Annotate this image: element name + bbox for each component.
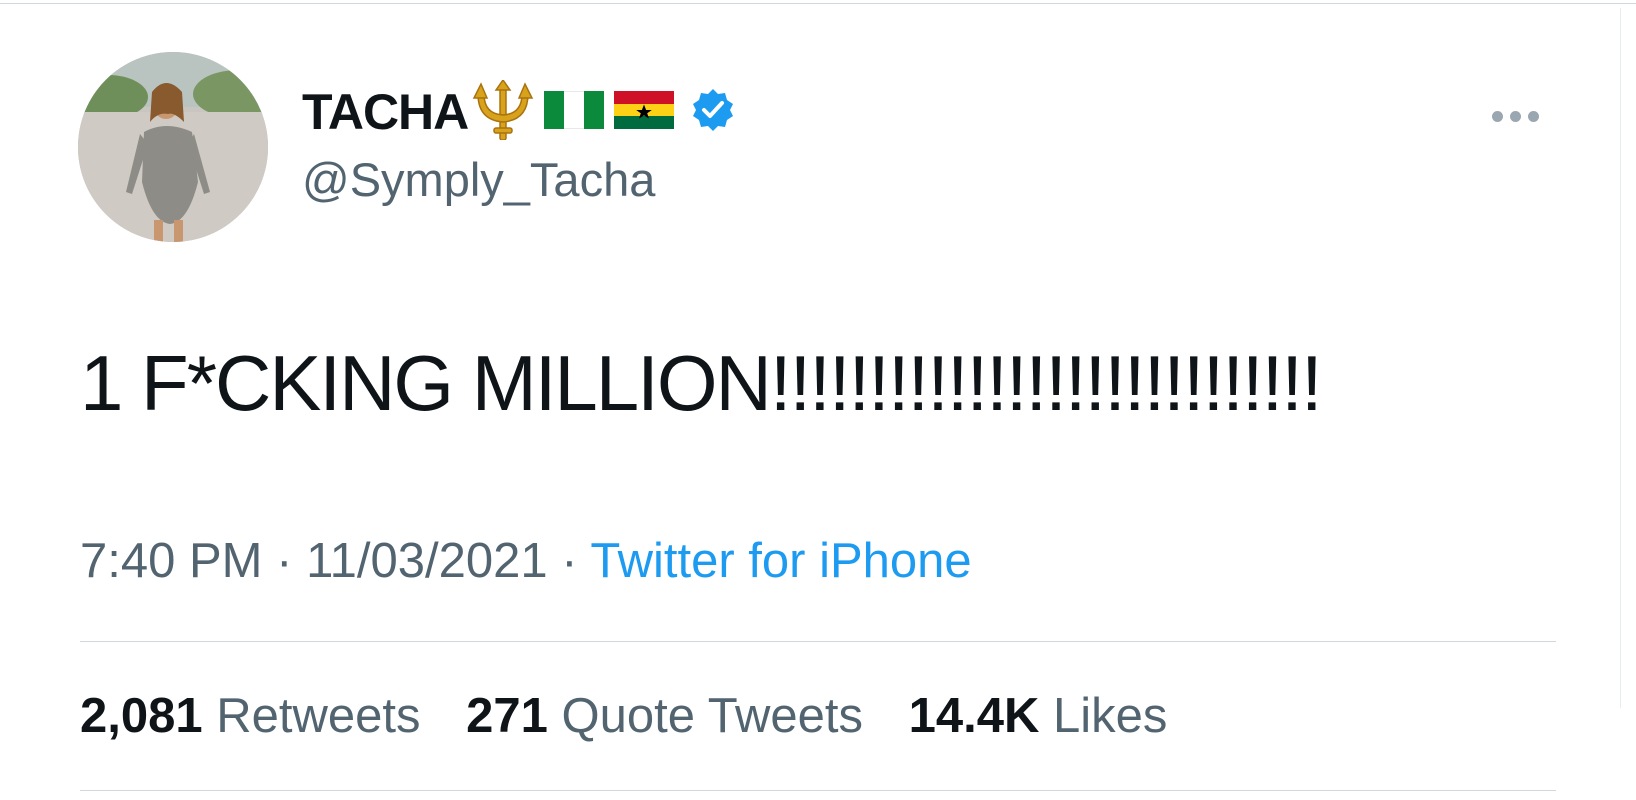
tweet-source-link[interactable]: Twitter for iPhone bbox=[590, 534, 971, 588]
divider bbox=[80, 641, 1556, 642]
meta-separator: · bbox=[561, 534, 578, 588]
tweet-time[interactable]: 7:40 PM bbox=[80, 534, 262, 588]
tweet-text: 1 F*CKING MILLION!!!!!!!!!!!!!!!!!!!!!!!… bbox=[80, 339, 1323, 427]
ghana-flag-icon bbox=[614, 90, 675, 134]
quote-tweets-stat[interactable]: 271 Quote Tweets bbox=[466, 689, 876, 743]
dot bbox=[1528, 110, 1539, 122]
author-handle[interactable]: @Symply_Tacha bbox=[302, 152, 655, 207]
retweets-count: 2,081 bbox=[80, 689, 203, 743]
meta-separator: · bbox=[276, 534, 293, 588]
quote-tweets-count: 271 bbox=[466, 689, 548, 743]
likes-count: 14.4K bbox=[908, 689, 1040, 743]
top-border bbox=[0, 3, 1636, 4]
quote-tweets-label: Quote Tweets bbox=[561, 689, 863, 743]
nigeria-flag-icon bbox=[543, 90, 605, 134]
tweet-meta: 7:40 PM · 11/03/2021 · Twitter for iPhon… bbox=[80, 533, 972, 589]
trident-emoji-icon bbox=[472, 78, 534, 145]
likes-stat[interactable]: 14.4K Likes bbox=[909, 689, 1168, 743]
tweet-stats: 2,081 Retweets 271 Quote Tweets 14.4K Li… bbox=[80, 688, 1199, 744]
divider bbox=[80, 790, 1556, 791]
avatar[interactable] bbox=[78, 52, 268, 242]
verified-badge-icon bbox=[690, 87, 736, 138]
likes-label: Likes bbox=[1053, 689, 1168, 743]
retweets-stat[interactable]: 2,081 Retweets bbox=[80, 689, 434, 743]
tweet-date[interactable]: 11/03/2021 bbox=[306, 534, 548, 588]
dot bbox=[1510, 110, 1521, 122]
dot bbox=[1492, 110, 1503, 122]
display-name[interactable]: TACHA bbox=[302, 83, 469, 141]
right-border bbox=[1620, 8, 1621, 708]
more-options-icon[interactable] bbox=[1492, 104, 1552, 128]
author-name-row[interactable]: TACHA bbox=[302, 78, 736, 145]
retweets-label: Retweets bbox=[216, 689, 421, 743]
